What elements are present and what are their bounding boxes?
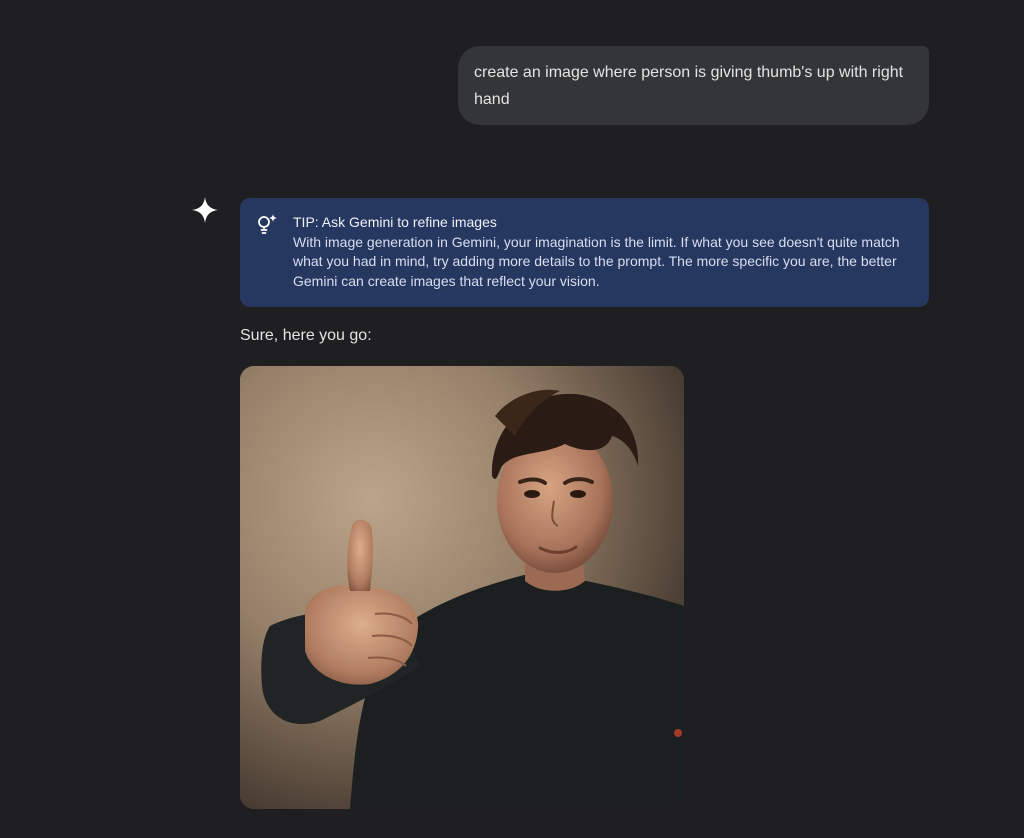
user-message-bubble: create an image where person is giving t… (458, 46, 929, 125)
user-message-text: create an image where person is giving t… (474, 64, 904, 108)
gemini-sparkle-icon (192, 197, 218, 223)
chat-page: create an image where person is giving t… (0, 0, 1024, 838)
generated-image-illustration (240, 366, 684, 809)
lightbulb-sparkle-icon (258, 214, 277, 234)
assistant-reply-text: Sure, here you go: (240, 327, 372, 344)
tip-body: With image generation in Gemini, your im… (293, 233, 900, 289)
generated-image[interactable] (240, 366, 684, 809)
tip-card: TIP: Ask Gemini to refine images With im… (240, 198, 929, 307)
tip-title: TIP: Ask Gemini to refine images (293, 214, 497, 230)
